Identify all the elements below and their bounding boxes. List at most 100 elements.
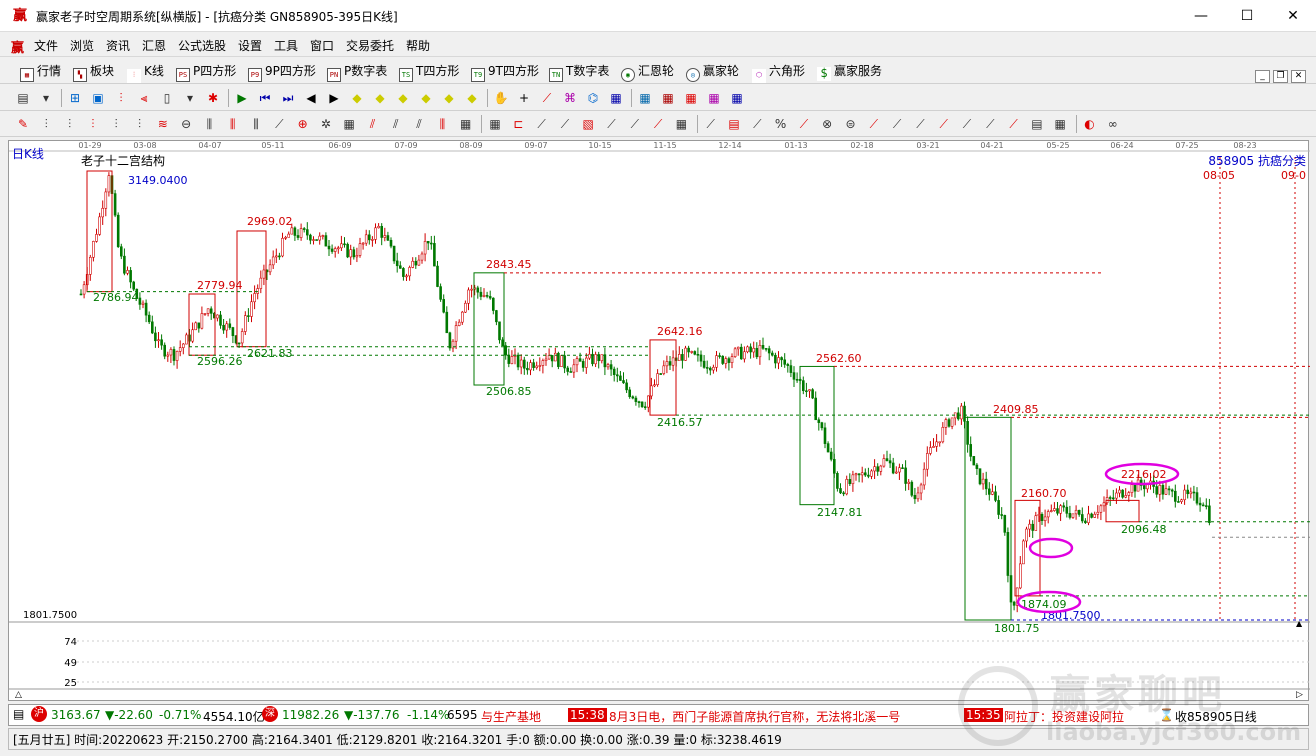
menu-info[interactable]: 资讯 (106, 37, 130, 54)
tool-button-icon[interactable]: ▦ (682, 89, 700, 107)
menu-help[interactable]: 帮助 (406, 37, 430, 54)
tool-button-icon[interactable]: ▦ (659, 89, 677, 107)
tool-button-icon[interactable]: ⫽ (410, 115, 428, 133)
tool-button-icon[interactable]: ⟋ (626, 115, 644, 133)
tool-button-icon[interactable]: ⟋ (533, 115, 551, 133)
tool-button-icon[interactable]: ⊏ (509, 115, 527, 133)
menu-tools[interactable]: 工具 (274, 37, 298, 54)
tool-button-icon[interactable]: ▦ (705, 89, 723, 107)
tool-button-icon[interactable]: ⟋ (865, 115, 883, 133)
nav-t-square[interactable]: TS T四方形 (399, 63, 459, 82)
tool-button-icon[interactable]: ⟋ (603, 115, 621, 133)
nav-hexagon[interactable]: ⬡ 六角形 (752, 63, 805, 83)
minimize-button[interactable]: — (1178, 0, 1224, 32)
nav-blocks[interactable]: ▚ 板块 (73, 63, 114, 82)
settings-icon[interactable]: ▤ (13, 707, 24, 721)
tool-button-icon[interactable]: ◐ (1081, 115, 1099, 133)
tool-button-icon[interactable]: ⌘ (561, 89, 579, 107)
tool-button-icon[interactable]: ▦ (1051, 115, 1069, 133)
tool-button-icon[interactable]: ▶ (325, 89, 343, 107)
tool-button-icon[interactable]: ⫶ (37, 115, 55, 133)
menu-trade[interactable]: 交易委托 (346, 37, 394, 54)
menu-settings[interactable]: 设置 (238, 37, 262, 54)
menu-formula[interactable]: 公式选股 (178, 37, 226, 54)
tool-button-icon[interactable]: ⊜ (842, 115, 860, 133)
tool-button-icon[interactable]: ▾ (181, 89, 199, 107)
tool-button-icon[interactable]: ∞ (1104, 115, 1122, 133)
tool-button-icon[interactable]: ⟋ (748, 115, 766, 133)
tool-button-icon[interactable]: ⫼ (224, 115, 242, 133)
nav-9t-square[interactable]: T9 9T四方形 (471, 63, 539, 82)
menu-huien[interactable]: 汇恩 (142, 37, 166, 54)
news-item-2[interactable]: 8月3日电，西门子能源首席执行官称，无法将北溪一号 (609, 708, 900, 725)
tool-button-icon[interactable]: ✱ (204, 89, 222, 107)
tool-button-icon[interactable]: ⟋ (888, 115, 906, 133)
tool-button-icon[interactable]: + (515, 89, 533, 107)
menu-file[interactable]: 文件 (34, 37, 58, 54)
tool-button-icon[interactable]: ⟋ (556, 115, 574, 133)
tool-button-icon[interactable]: ⫷ (135, 89, 153, 107)
tool-button-icon[interactable]: ▦ (457, 115, 475, 133)
tool-button-icon[interactable]: ⫼ (200, 115, 218, 133)
tool-button-icon[interactable]: ⫶ (107, 115, 125, 133)
tool-button-icon[interactable]: ⟋ (795, 115, 813, 133)
tool-button-icon[interactable]: ⫶ (112, 89, 130, 107)
nav-huien-wheel[interactable]: ◉ 汇恩轮 (621, 63, 674, 82)
tool-button-icon[interactable]: ≋ (154, 115, 172, 133)
tool-button-icon[interactable]: ⫼ (247, 115, 265, 133)
tool-button-icon[interactable]: ▦ (636, 89, 654, 107)
nav-quotes[interactable]: ▦ 行情 (20, 63, 61, 82)
nav-winner-wheel[interactable]: ◎ 赢家轮 (686, 63, 739, 82)
tool-button-icon[interactable]: ⟋ (958, 115, 976, 133)
tool-button-icon[interactable]: ⌬ (584, 89, 602, 107)
tool-button-icon[interactable]: ◆ (417, 89, 435, 107)
tool-button-icon[interactable]: ◆ (348, 89, 366, 107)
tool-button-icon[interactable]: ✎ (14, 115, 32, 133)
nav-kline[interactable]: ⫶ K线 (127, 63, 164, 83)
tool-button-icon[interactable]: ▤ (1028, 115, 1046, 133)
nav-p-square[interactable]: PS P四方形 (176, 63, 236, 82)
tool-button-icon[interactable]: ▦ (340, 115, 358, 133)
tool-button-icon[interactable]: ▦ (672, 115, 690, 133)
maximize-button[interactable]: ☐ (1224, 0, 1270, 32)
tool-button-icon[interactable]: ⟋ (935, 115, 953, 133)
tool-button-icon[interactable]: ⫶ (131, 115, 149, 133)
nav-9p-square[interactable]: P9 9P四方形 (248, 63, 316, 82)
tool-button-icon[interactable]: % (772, 115, 790, 133)
tool-button-icon[interactable]: ⟋ (270, 115, 288, 133)
tool-button-icon[interactable]: ▤ (725, 115, 743, 133)
tool-button-icon[interactable]: ⟋ (911, 115, 929, 133)
tool-button-icon[interactable]: ⫼ (433, 115, 451, 133)
tool-button-icon[interactable]: ▦ (607, 89, 625, 107)
tool-button-icon[interactable]: ⊗ (818, 115, 836, 133)
tool-button-icon[interactable]: ⫽ (364, 115, 382, 133)
tool-button-icon[interactable]: ▯ (158, 89, 176, 107)
tool-button-icon[interactable]: ◀ (302, 89, 320, 107)
tool-button-icon[interactable]: ▧ (579, 115, 597, 133)
tool-button-icon[interactable]: ⊞ (66, 89, 84, 107)
tool-button-icon[interactable]: ◆ (440, 89, 458, 107)
tool-button-icon[interactable]: ▦ (728, 89, 746, 107)
menu-browse[interactable]: 浏览 (70, 37, 94, 54)
kline-chart-panel[interactable]: 01-29 03-08 04-07 05-11 06-09 07-09 08-09 09-07… (8, 140, 1310, 702)
tool-button-icon[interactable]: ⊖ (177, 115, 195, 133)
tool-button-icon[interactable]: ⟋ (702, 115, 720, 133)
nav-winner-service[interactable]: $ 赢家服务 (817, 63, 882, 81)
tool-button-icon[interactable]: ✋ (492, 89, 510, 107)
tool-button-icon[interactable]: ▤ (14, 89, 32, 107)
tool-button-icon[interactable]: ▣ (89, 89, 107, 107)
tool-button-icon[interactable]: ✲ (317, 115, 335, 133)
tool-button-icon[interactable]: ⫽ (387, 115, 405, 133)
nav-p-table[interactable]: PN P数字表 (327, 63, 387, 82)
tool-button-icon[interactable]: ◆ (371, 89, 389, 107)
menu-window[interactable]: 窗口 (310, 37, 334, 54)
tool-button-icon[interactable]: ⟋ (649, 115, 667, 133)
tool-button-icon[interactable]: ⫶ (84, 115, 102, 133)
tool-button-icon[interactable]: ⟋ (538, 89, 556, 107)
kline-chart[interactable]: 01-29 03-08 04-07 05-11 06-09 07-09 08-09 09-07… (9, 141, 1310, 702)
tool-button-icon[interactable]: ▦ (486, 115, 504, 133)
tool-button-icon[interactable]: ▾ (37, 89, 55, 107)
tool-button-icon[interactable]: ⊕ (294, 115, 312, 133)
nav-t-table[interactable]: TN T数字表 (549, 63, 609, 82)
news-item-1[interactable]: 与生产基地 (481, 708, 541, 725)
